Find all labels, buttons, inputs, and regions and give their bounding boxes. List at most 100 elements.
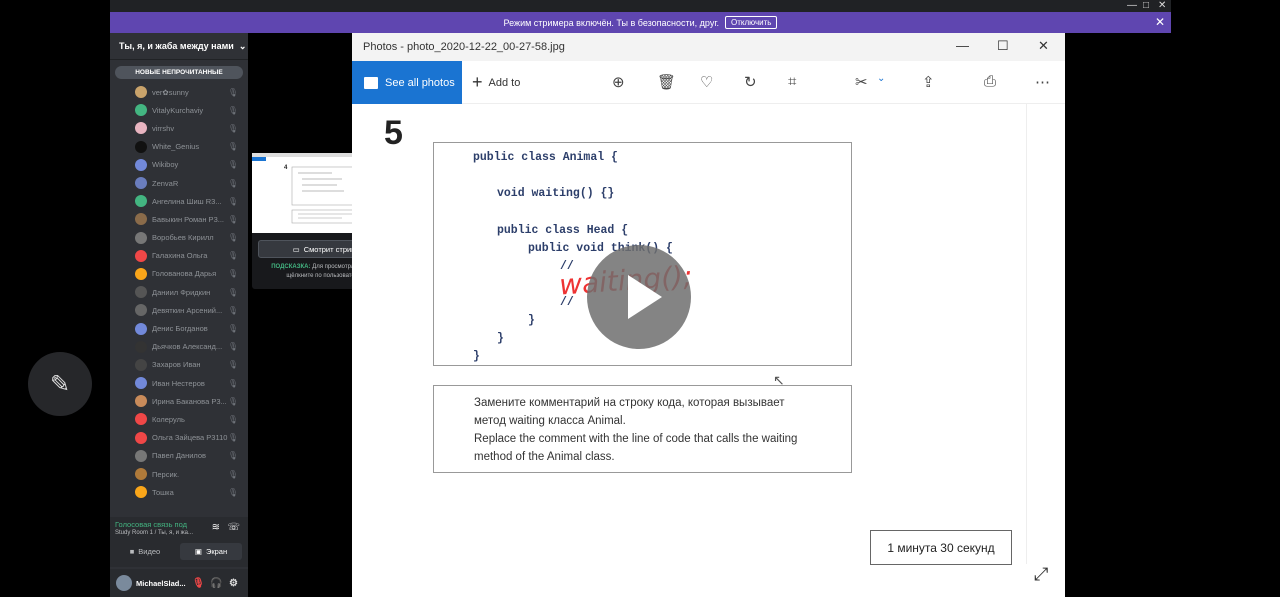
trash-icon[interactable]: 🗑 xyxy=(657,73,676,91)
list-item[interactable]: White_Genius 🎙 xyxy=(110,138,248,156)
code-line: } xyxy=(528,314,535,327)
noise-suppression-icon[interactable]: ≋ xyxy=(212,522,220,533)
see-all-photos-button[interactable]: See all photos xyxy=(352,61,462,104)
member-name: Голованова Дарья xyxy=(152,269,217,279)
timer-box: 1 минута 30 секунд xyxy=(870,530,1012,565)
list-item[interactable]: Ирина Баканова Р3... 🎙 xyxy=(110,392,248,410)
muted-mic-icon: 🎙 xyxy=(227,360,238,370)
list-item[interactable]: Галахина Ольга 🎙 xyxy=(110,247,248,265)
member-name: Денис Богданов xyxy=(152,324,208,334)
list-item[interactable]: Ольга Зайцева Р3110 🎙 xyxy=(110,429,248,447)
chevron-down-icon[interactable]: ⌄ xyxy=(877,73,885,84)
channel-sidebar: Ты, я, и жаба между нами ⌄ НОВЫЕ НЕПРОЧИ… xyxy=(110,33,248,597)
member-name: Колеруль xyxy=(152,414,185,424)
list-item[interactable]: Денис Богданов 🎙 xyxy=(110,319,248,337)
list-item[interactable]: Тошка 🎙 xyxy=(110,483,248,501)
disconnect-icon[interactable]: ☏ xyxy=(227,522,240,533)
server-header[interactable]: Ты, я, и жаба между нами ⌄ xyxy=(110,33,248,60)
list-item[interactable]: virrshv 🎙 xyxy=(110,119,248,137)
avatar xyxy=(135,395,147,408)
close-icon[interactable]: ✕ xyxy=(1158,0,1166,12)
avatar[interactable] xyxy=(116,575,132,591)
avatar xyxy=(135,322,147,335)
list-item[interactable]: Даниил Фридкин 🎙 xyxy=(110,283,248,301)
list-item[interactable]: Захаров Иван 🎙 xyxy=(110,356,248,374)
photo-canvas[interactable]: 5 public class Animal { void waiting() {… xyxy=(352,104,1065,597)
list-item[interactable]: Павел Данилов 🎙 xyxy=(110,447,248,465)
avatar xyxy=(135,377,147,390)
muted-mic-icon: 🎙 xyxy=(227,451,238,461)
avatar xyxy=(135,140,147,153)
voice-room[interactable]: Study Room 1 / Ты, я, и жа... xyxy=(115,530,193,536)
voice-member-list: ver✿sunny 🎙 VitalyKurchaviy 🎙 virrshv 🎙 White_… xyxy=(110,83,248,501)
list-item[interactable]: Wikiboy 🎙 xyxy=(110,156,248,174)
member-name: Ангелина Шиш R3... xyxy=(152,196,222,206)
crop-icon[interactable]: ⌗ xyxy=(788,73,796,90)
muted-mic-icon: 🎙 xyxy=(227,269,238,279)
list-item[interactable]: ZenvaR 🎙 xyxy=(110,174,248,192)
muted-mic-icon: 🎙 xyxy=(227,487,238,497)
muted-mic-icon: 🎙 xyxy=(227,469,238,479)
heart-icon[interactable]: ♡ xyxy=(700,73,713,91)
list-item[interactable]: ver✿sunny 🎙 xyxy=(110,83,248,101)
task-box: Замените комментарий на строку кода, кот… xyxy=(433,385,852,473)
list-item[interactable]: Персик. 🎙 xyxy=(110,465,248,483)
see-all-label: See all photos xyxy=(385,76,455,89)
member-name: Захаров Иван xyxy=(152,360,201,370)
member-name: Бавыкин Роман Р3... xyxy=(152,214,224,224)
muted-mic-icon: 🎙 xyxy=(227,233,238,243)
muted-mic-icon: 🎙 xyxy=(227,414,238,424)
edit-icon[interactable]: ✂ xyxy=(855,73,868,91)
play-button[interactable] xyxy=(587,245,691,349)
list-item[interactable]: Бавыкин Роман Р3... 🎙 xyxy=(110,210,248,228)
minimize-icon[interactable]: — xyxy=(1127,0,1137,12)
list-item[interactable]: Иван Нестеров 🎙 xyxy=(110,374,248,392)
minimize-icon[interactable]: — xyxy=(956,38,969,53)
chevron-down-icon: ⌄ xyxy=(238,40,247,51)
headphones-icon[interactable]: 🎧 xyxy=(210,578,222,589)
avatar xyxy=(135,86,147,99)
list-item[interactable]: Воробьев Кирилл 🎙 xyxy=(110,229,248,247)
voice-status: Голосовая связь под xyxy=(115,520,188,529)
close-icon[interactable]: ✕ xyxy=(1038,38,1049,54)
add-to-button[interactable]: + Add to xyxy=(472,61,520,104)
list-item[interactable]: Колеруль 🎙 xyxy=(110,410,248,428)
avatar xyxy=(135,358,147,371)
video-button[interactable]: ■ Видео xyxy=(114,543,176,560)
watch-stream-label: Смотрит стрим xyxy=(303,244,357,254)
avatar xyxy=(135,158,147,171)
share-icon[interactable]: ⇪ xyxy=(922,73,935,91)
task-en-line: Replace the comment with the line of cod… xyxy=(474,433,798,445)
streamer-mode-banner: Режим стримера включён. Ты в безопасност… xyxy=(110,12,1171,33)
member-name: Павел Данилов xyxy=(152,451,207,461)
maximize-icon[interactable]: □ xyxy=(1143,0,1149,12)
more-icon[interactable]: ⋯ xyxy=(1035,73,1050,91)
gear-icon[interactable]: ⚙ xyxy=(229,578,238,589)
avatar xyxy=(135,304,147,317)
fullscreen-icon[interactable]: ⤢ xyxy=(1034,564,1048,585)
disable-streamer-button[interactable]: Отключить xyxy=(725,16,778,29)
print-icon[interactable]: ⎙ xyxy=(984,73,996,90)
member-name: VitalyKurchaviy xyxy=(152,105,204,115)
maximize-icon[interactable]: ☐ xyxy=(997,38,1009,54)
list-item[interactable]: Ангелина Шиш R3... 🎙 xyxy=(110,192,248,210)
photo-icon xyxy=(364,76,378,89)
app-titlebar: — □ ✕ xyxy=(110,0,1171,12)
member-name: Иван Нестеров xyxy=(152,378,205,388)
muted-mic-icon: 🎙 xyxy=(227,178,238,188)
pencil-icon[interactable]: ✎ xyxy=(28,352,92,416)
list-item[interactable]: Дьячков Александ... 🎙 xyxy=(110,338,248,356)
screen-icon: ▣ xyxy=(194,547,202,556)
new-unread-badge[interactable]: НОВЫЕ НЕПРОЧИТАННЫЕ xyxy=(115,66,243,79)
screen-share-button[interactable]: ▣ Экран xyxy=(180,543,242,560)
list-item[interactable]: Голованова Дарья 🎙 xyxy=(110,265,248,283)
zoom-icon[interactable]: ⊕ xyxy=(612,73,625,91)
close-banner-icon[interactable]: ✕ xyxy=(1155,15,1165,29)
rotate-icon[interactable]: ↻ xyxy=(744,73,757,91)
avatar xyxy=(135,267,147,280)
list-item[interactable]: VitalyKurchaviy 🎙 xyxy=(110,101,248,119)
mute-icon[interactable]: 🎙 xyxy=(192,578,205,589)
photos-titlebar: Photos - photo_2020-12-22_00-27-58.jpg —… xyxy=(352,33,1065,61)
list-item[interactable]: Девяткин Арсений... 🎙 xyxy=(110,301,248,319)
avatar xyxy=(135,195,147,208)
